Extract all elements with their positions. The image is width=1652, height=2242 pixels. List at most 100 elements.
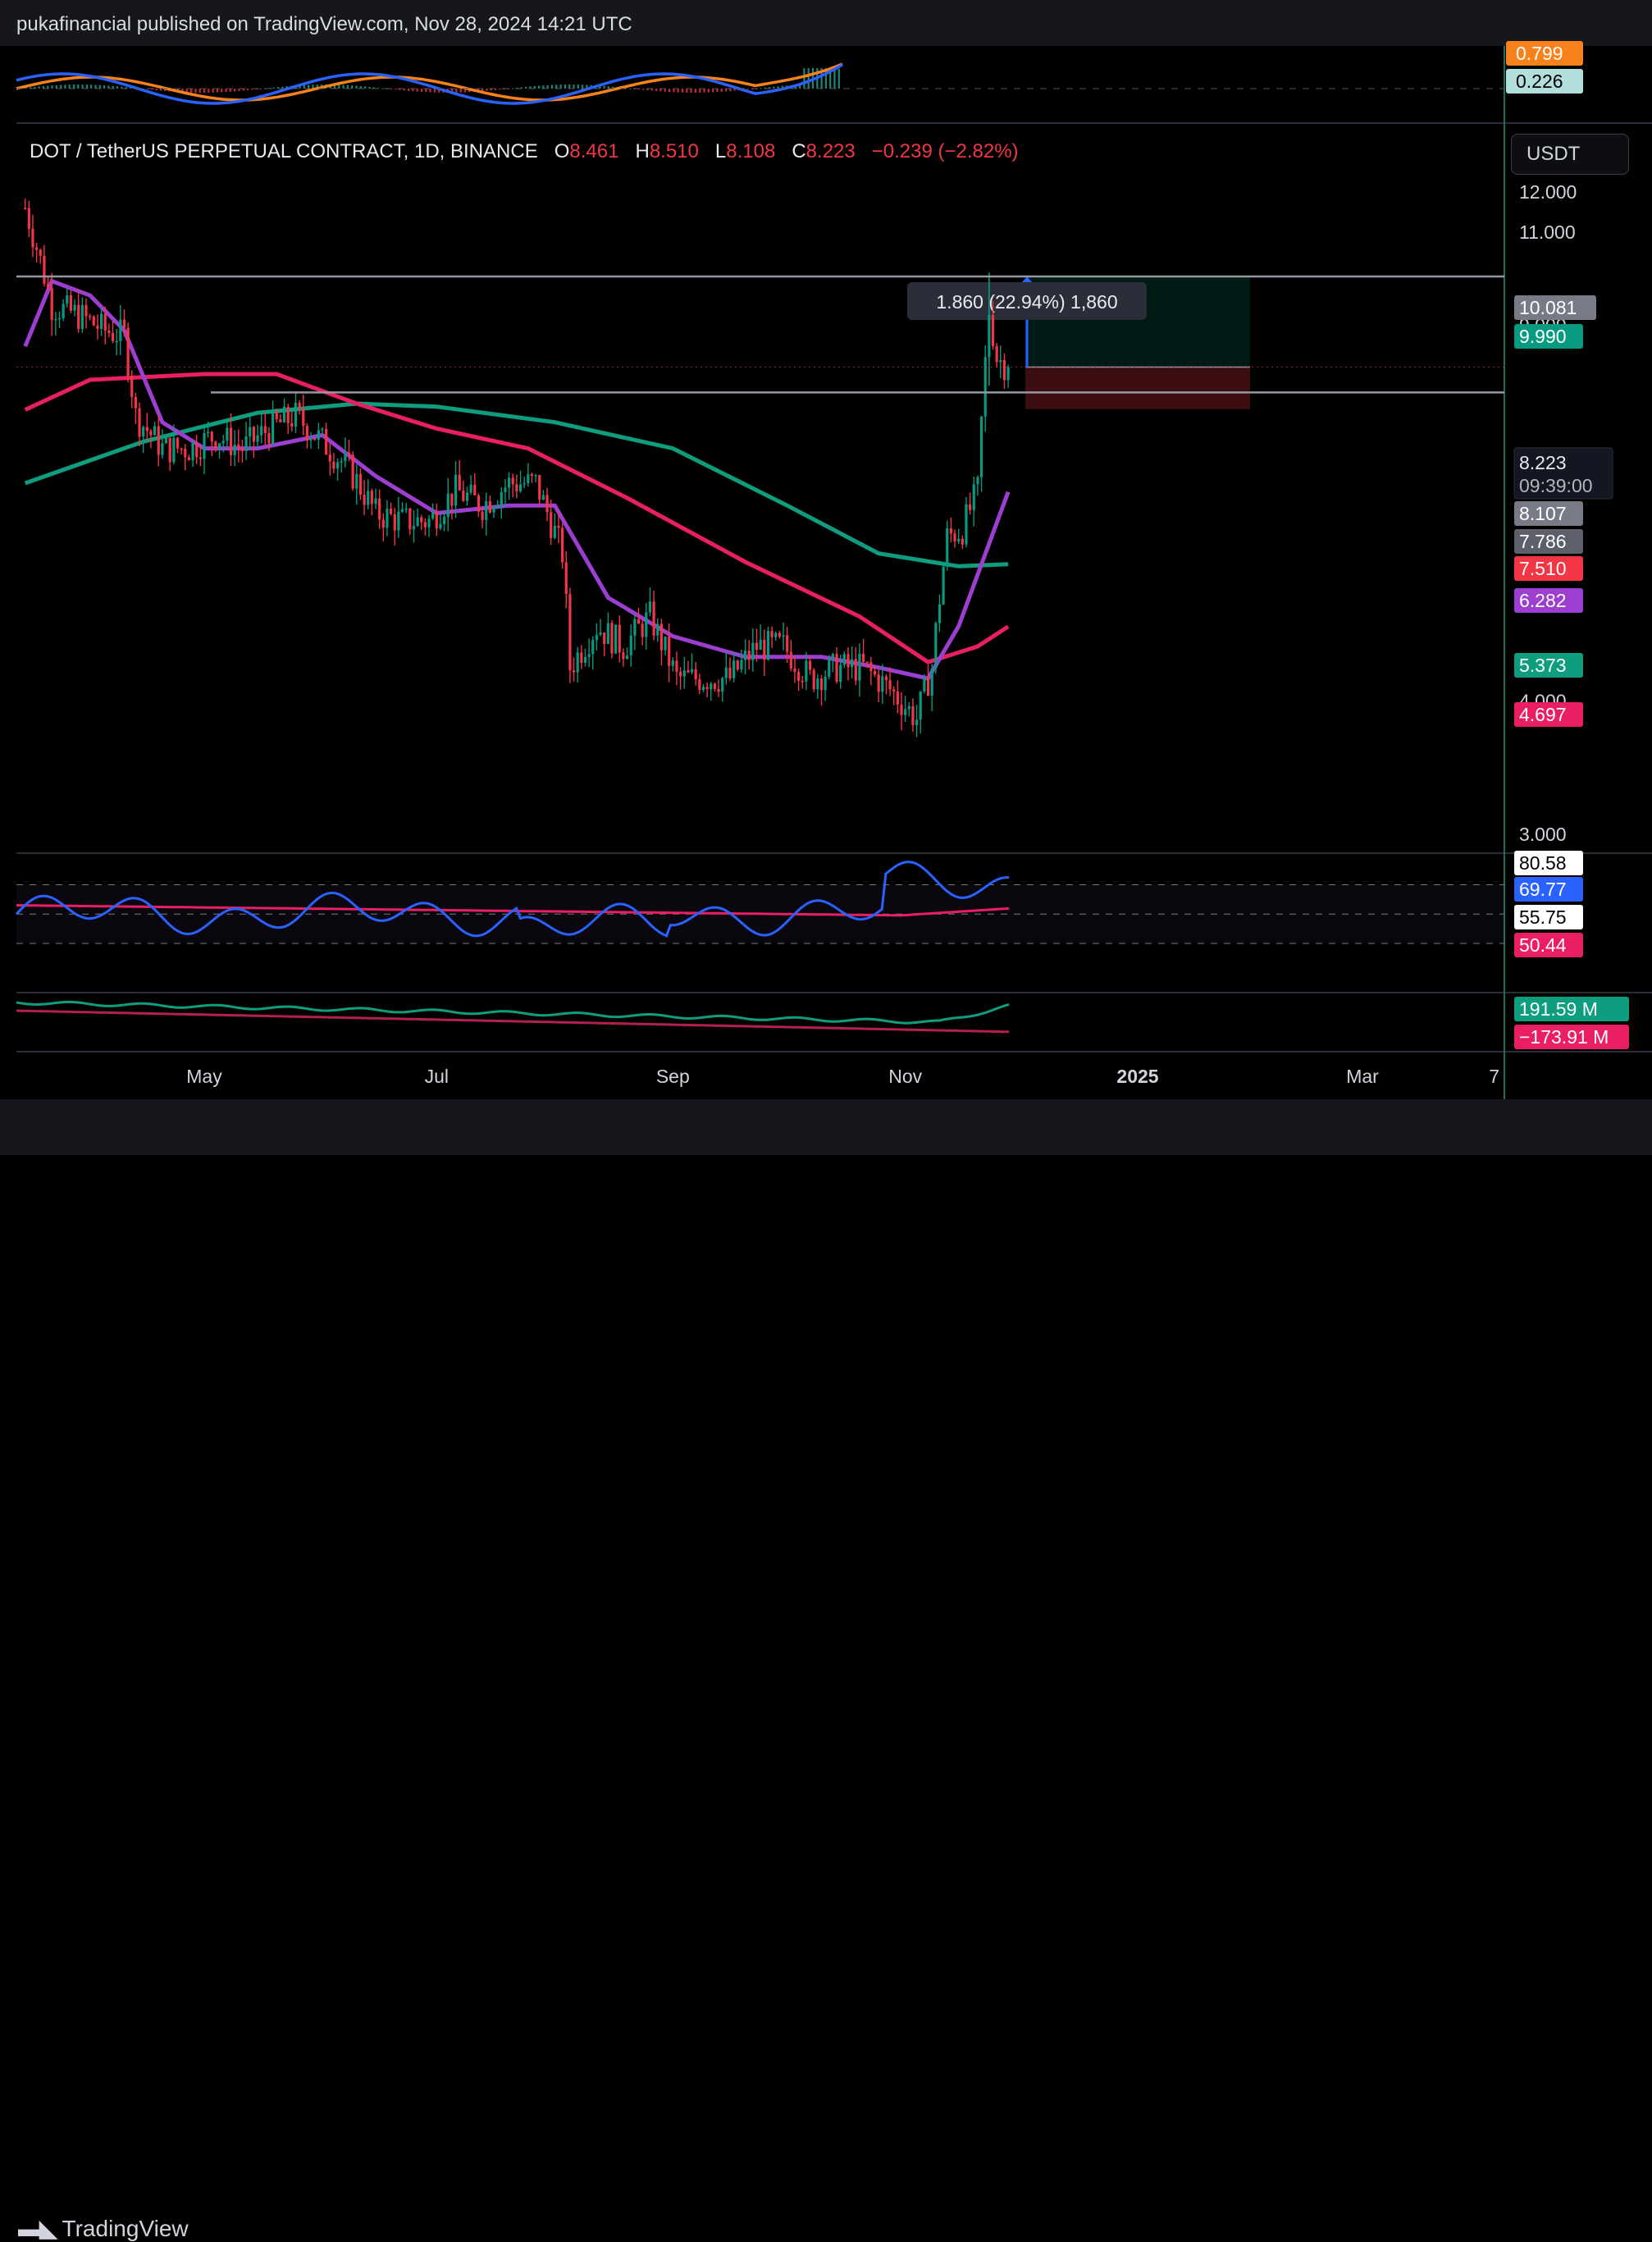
candle-body [907, 705, 910, 710]
y-tick-label: 3.000 [1519, 824, 1567, 845]
candle-body [763, 639, 766, 660]
candle-body [675, 660, 678, 672]
macd-hist-bar [699, 89, 701, 93]
candle-body [976, 477, 979, 485]
y-tick-label: 12.000 [1519, 181, 1577, 203]
macd-hist-bar [542, 85, 545, 89]
candle-body [930, 668, 933, 696]
candle-body [557, 525, 560, 528]
x-tick-label: 2025 [1116, 1066, 1158, 1087]
macd-hist-bar [199, 89, 201, 93]
macd-hist-bar [568, 84, 571, 89]
candle-body [824, 677, 827, 691]
candle-body [957, 538, 961, 542]
macd-hist-bar [208, 89, 210, 93]
candle-body [523, 483, 526, 485]
price-badge: 5.373 [1519, 655, 1567, 676]
candle-body [808, 660, 812, 670]
candle-body [721, 678, 724, 692]
macd-hist-bar [433, 89, 436, 93]
candle-body [195, 442, 199, 458]
symbol-legend[interactable]: DOT / TetherUS PERPETUAL CONTRACT, 1D, B… [30, 140, 1019, 163]
candle-body [24, 208, 27, 209]
candle-body [358, 473, 363, 495]
macd-hist-bar [85, 84, 88, 89]
candle-body [370, 491, 373, 505]
candle-body [812, 669, 815, 690]
candle-body [770, 631, 774, 637]
candle-body [313, 438, 317, 441]
candle-body [46, 283, 50, 288]
candle-body [496, 505, 500, 508]
candle-body [629, 635, 632, 655]
candle-body [305, 426, 309, 441]
macd-hist-bar [833, 68, 836, 89]
tradingview-logo[interactable]: ▬◣ TradingView [18, 2215, 189, 2242]
candle-body [888, 680, 892, 690]
macd-hist-bar [659, 89, 662, 92]
candle-body [450, 493, 454, 506]
price-badge: 9.990 [1519, 326, 1567, 347]
candle-body [583, 656, 587, 663]
candle-body [789, 651, 792, 669]
candle-body [119, 319, 122, 341]
currency-button[interactable]: USDT [1511, 134, 1629, 175]
candle-body [416, 517, 419, 527]
candle-body [568, 594, 572, 671]
price-badge: 4.697 [1519, 704, 1567, 725]
high-value: 8.510 [649, 140, 699, 162]
candle-body [946, 528, 949, 567]
macd-hist-bar [55, 84, 57, 89]
macd-hist-bar [60, 84, 62, 89]
candle-body [541, 495, 545, 500]
macd-hist-bar [72, 84, 75, 89]
candle-body [164, 437, 168, 444]
macd-hist-bar [64, 84, 66, 89]
macd-hist-bar [564, 84, 566, 89]
candle-body [335, 462, 340, 469]
candle-body [717, 688, 720, 692]
candle-body [679, 671, 682, 677]
macd-hist-bar [90, 84, 93, 89]
candle-body [134, 396, 137, 409]
candle-body [705, 687, 709, 690]
price-badge: 7.510 [1519, 558, 1567, 579]
candle-body [527, 474, 530, 484]
close-label: C [792, 140, 806, 162]
candle-body [203, 432, 206, 459]
candle-body [122, 319, 126, 328]
macd-hist-bar [355, 85, 358, 89]
macd-hist-bar [677, 89, 679, 93]
candle-body [504, 487, 507, 493]
candle-body [759, 639, 762, 651]
candle-body [884, 676, 888, 681]
candle-body [69, 295, 73, 311]
candle-body [31, 228, 34, 248]
x-tick-label: Jul [425, 1066, 449, 1087]
macd-hist-bar [603, 85, 605, 89]
macd-badge: 0.226 [1516, 71, 1563, 92]
macd-hist-bar [716, 89, 719, 93]
macd-hist-bar [559, 84, 562, 89]
macd-hist-bar [681, 89, 684, 93]
candle-body [694, 669, 697, 680]
candle-body [328, 454, 331, 462]
macd-hist-bar [103, 85, 106, 89]
candle-body [153, 426, 157, 436]
candle-body [351, 454, 354, 489]
candle-body [1002, 359, 1006, 381]
candle-body [534, 474, 537, 477]
y-tick-label: 11.000 [1519, 221, 1576, 243]
candle-body [62, 304, 65, 318]
candle-body [545, 495, 549, 513]
candle-body [252, 427, 255, 442]
price-chart[interactable]: 1.860 (22.94%) 1,860 12.00011.0009.0006.… [0, 0, 1652, 1155]
macd-hist-bar [803, 68, 805, 89]
candle-body [732, 660, 736, 678]
candle-body [233, 444, 236, 455]
candle-body [347, 452, 351, 455]
candle-body [682, 670, 686, 677]
candle-body [587, 654, 591, 657]
candle-body [633, 619, 637, 636]
candle-body [530, 474, 534, 477]
